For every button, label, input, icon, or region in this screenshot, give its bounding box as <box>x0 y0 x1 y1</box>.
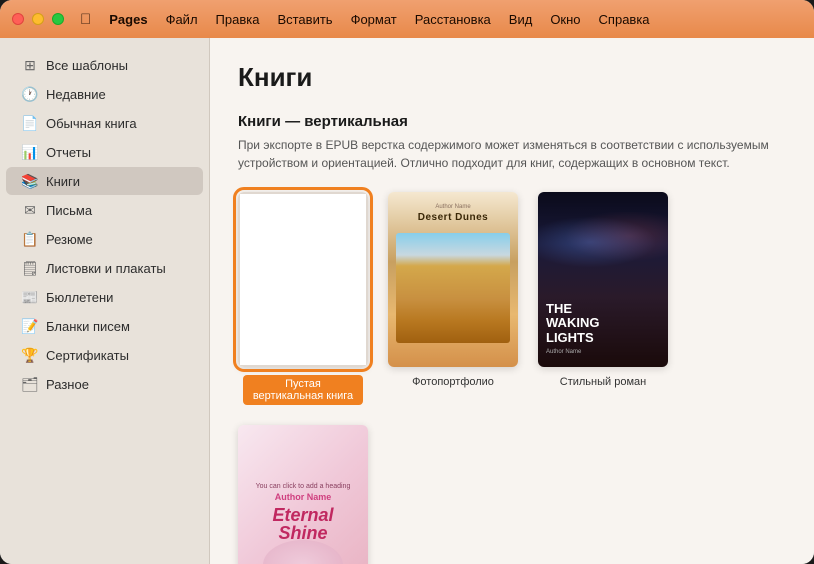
desert-dunes-cover: Author Name Desert Dunes <box>388 192 518 367</box>
sidebar-item-label: Разное <box>46 377 89 392</box>
template-grid-row1: Пустаявертикальная книга Author Name Des… <box>238 192 786 564</box>
sidebar-item-label: Письма <box>46 203 92 218</box>
sidebar-item-all-templates[interactable]: ⊞ Все шаблоны <box>6 51 203 79</box>
template-blank[interactable]: Пустаявертикальная книга <box>238 192 368 405</box>
sidebar-item-label: Резюме <box>46 232 93 247</box>
resume-icon: 📋 <box>22 231 38 247</box>
waking-lights-thumbnail[interactable]: THEWAKINGLIGHTS Author Name <box>538 192 668 367</box>
template-eternal-shine[interactable]: You can click to add a heading Author Na… <box>238 425 368 564</box>
apple-logo:  <box>80 11 91 28</box>
waking-lights-cover: THEWAKINGLIGHTS Author Name <box>538 192 668 367</box>
es-author: Author Name <box>275 492 332 502</box>
waking-lights-label: Стильный роман <box>560 375 646 390</box>
sidebar-item-flyers[interactable]: 🗒 Листовки и плакаты <box>6 254 203 282</box>
reports-icon: 📊 <box>22 144 38 160</box>
books-icon: 📚 <box>22 173 38 189</box>
menu-help[interactable]: Справка <box>591 10 658 29</box>
desert-dunes-label: Фотопортфолио <box>412 375 494 390</box>
sidebar-item-label: Книги <box>46 174 80 189</box>
lights-blur-effect <box>538 212 668 272</box>
menu-arrange[interactable]: Расстановка <box>407 10 499 29</box>
eternal-shine-thumbnail[interactable]: You can click to add a heading Author Na… <box>238 425 368 564</box>
letters-icon: ✉ <box>22 202 38 218</box>
sidebar: ⊞ Все шаблоны 🕐 Недавние 📄 Обычная книга… <box>0 38 210 564</box>
all-templates-icon: ⊞ <box>22 57 38 73</box>
sidebar-item-label: Все шаблоны <box>46 58 128 73</box>
desert-image <box>396 233 510 343</box>
section-title: Книги — вертикальная <box>238 113 786 130</box>
flyers-icon: 🗒 <box>22 260 38 276</box>
desert-dunes-thumbnail[interactable]: Author Name Desert Dunes <box>388 192 518 367</box>
sidebar-item-label: Бюллетени <box>46 290 113 305</box>
titlebar:  Pages Файл Правка Вставить Формат Расс… <box>0 0 814 38</box>
sidebar-item-label: Недавние <box>46 87 106 102</box>
sidebar-item-reports[interactable]: 📊 Отчеты <box>6 138 203 166</box>
blank-thumbnail[interactable] <box>238 192 368 367</box>
minimize-button[interactable] <box>32 13 44 25</box>
content-area: Книги Книги — вертикальная При экспорте … <box>210 38 814 564</box>
sidebar-item-recent[interactable]: 🕐 Недавние <box>6 80 203 108</box>
desert-title: Desert Dunes <box>418 212 488 223</box>
menu-file[interactable]: Файл <box>158 10 206 29</box>
waking-lights-title: THEWAKINGLIGHTS <box>546 302 660 345</box>
sidebar-item-books[interactable]: 📚 Книги <box>6 167 203 195</box>
sidebar-item-letters[interactable]: ✉ Письма <box>6 196 203 224</box>
main-window:  Pages Файл Правка Вставить Формат Расс… <box>0 0 814 564</box>
certificates-icon: 🏆 <box>22 347 38 363</box>
sidebar-item-stationery[interactable]: 📝 Бланки писем <box>6 312 203 340</box>
sidebar-item-label: Обычная книга <box>46 116 137 131</box>
sidebar-item-label: Бланки писем <box>46 319 130 334</box>
section-description: При экспорте в EPUB верстка содержимого … <box>238 136 786 172</box>
sidebar-item-misc[interactable]: 🗂 Разное <box>6 370 203 398</box>
eternal-shine-cover: You can click to add a heading Author Na… <box>238 425 368 564</box>
menu-window[interactable]: Окно <box>542 10 588 29</box>
main-content: ⊞ Все шаблоны 🕐 Недавние 📄 Обычная книга… <box>0 38 814 564</box>
close-button[interactable] <box>12 13 24 25</box>
menu-format[interactable]: Формат <box>343 10 405 29</box>
menu-edit[interactable]: Правка <box>208 10 268 29</box>
waking-lights-author: Author Name <box>546 349 660 355</box>
page-title: Книги <box>238 62 786 93</box>
sidebar-item-certificates[interactable]: 🏆 Сертификаты <box>6 341 203 369</box>
menu-pages[interactable]: Pages <box>101 10 155 29</box>
basic-icon: 📄 <box>22 115 38 131</box>
sidebar-item-label: Отчеты <box>46 145 91 160</box>
stationery-icon: 📝 <box>22 318 38 334</box>
blank-book-cover <box>238 192 368 367</box>
misc-icon: 🗂 <box>22 376 38 392</box>
sidebar-item-label: Листовки и плакаты <box>46 261 166 276</box>
traffic-lights <box>12 13 64 25</box>
desert-author-top: Author Name <box>435 204 470 210</box>
sidebar-item-basic[interactable]: 📄 Обычная книга <box>6 109 203 137</box>
sidebar-item-resume[interactable]: 📋 Резюме <box>6 225 203 253</box>
maximize-button[interactable] <box>52 13 64 25</box>
es-top-text: You can click to add a heading <box>256 483 351 490</box>
menu-view[interactable]: Вид <box>501 10 541 29</box>
template-desert-dunes[interactable]: Author Name Desert Dunes Фотопортфолио <box>388 192 518 405</box>
menu-bar:  Pages Файл Правка Вставить Формат Расс… <box>80 10 802 29</box>
blank-label: Пустаявертикальная книга <box>243 375 363 405</box>
sidebar-item-bulletins[interactable]: 📰 Бюллетени <box>6 283 203 311</box>
template-waking-lights[interactable]: THEWAKINGLIGHTS Author Name Стильный ром… <box>538 192 668 405</box>
menu-insert[interactable]: Вставить <box>269 10 340 29</box>
sidebar-item-label: Сертификаты <box>46 348 129 363</box>
recent-icon: 🕐 <box>22 86 38 102</box>
bulletins-icon: 📰 <box>22 289 38 305</box>
flower-decoration <box>263 540 343 564</box>
es-title: EternalShine <box>272 506 333 542</box>
